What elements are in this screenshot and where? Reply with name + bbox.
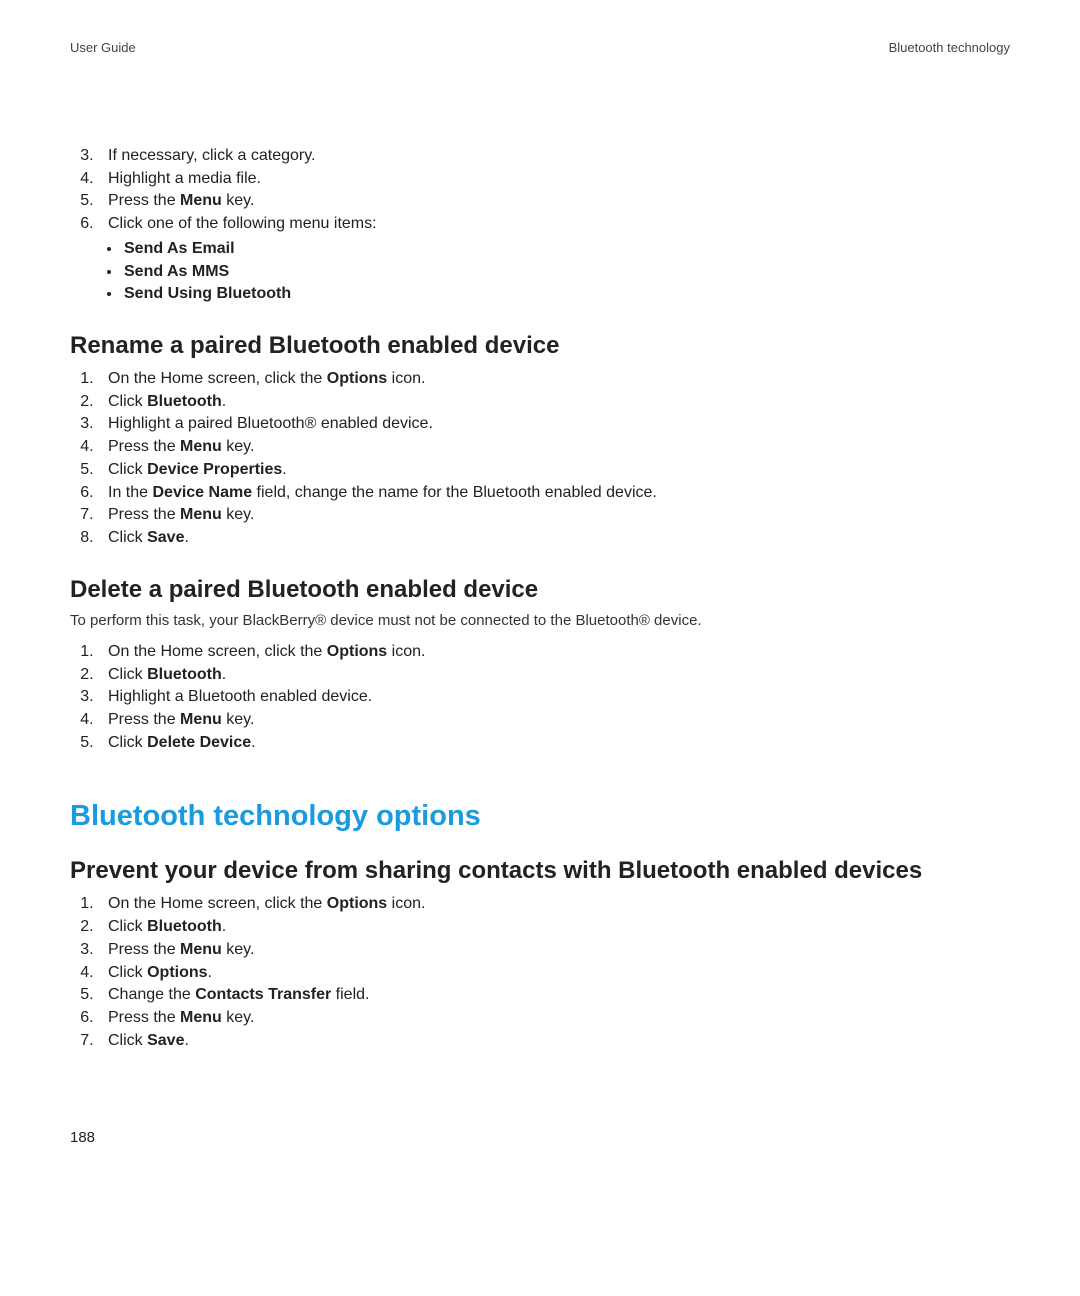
- bold-term: Send As MMS: [124, 263, 229, 280]
- list-item: Click Bluetooth.: [98, 916, 1010, 939]
- list-item: Highlight a Bluetooth enabled device.: [98, 686, 1010, 709]
- list-item: Click Save.: [98, 527, 1010, 550]
- bold-term: Menu: [180, 506, 222, 523]
- bold-term: Send As Email: [124, 240, 235, 257]
- list-item: Send As Email: [122, 238, 1010, 261]
- list-item: Highlight a media file.: [98, 168, 1010, 191]
- bold-term: Options: [327, 643, 387, 660]
- list-item: Click Delete Device.: [98, 732, 1010, 755]
- delete-steps: On the Home screen, click the Options ic…: [70, 641, 1010, 755]
- bold-term: Delete Device: [147, 734, 251, 751]
- list-item: Press the Menu key.: [98, 436, 1010, 459]
- bold-term: Save: [147, 1032, 184, 1049]
- bold-term: Menu: [180, 941, 222, 958]
- bold-term: Menu: [180, 711, 222, 728]
- list-item: Click Bluetooth.: [98, 391, 1010, 414]
- bold-term: Contacts Transfer: [195, 986, 331, 1003]
- list-item: Press the Menu key.: [98, 504, 1010, 527]
- bold-term: Device Name: [152, 484, 252, 501]
- rename-steps: On the Home screen, click the Options ic…: [70, 368, 1010, 550]
- section-heading-prevent: Prevent your device from sharing contact…: [70, 857, 1010, 885]
- section-heading-rename: Rename a paired Bluetooth enabled device: [70, 332, 1010, 360]
- sub-bullet-list: Send As Email Send As MMS Send Using Bluet…: [108, 238, 1010, 306]
- list-item: On the Home screen, click the Options ic…: [98, 893, 1010, 916]
- delete-precondition-note: To perform this task, your BlackBerry® d…: [70, 612, 1010, 629]
- prevent-steps: On the Home screen, click the Options ic…: [70, 893, 1010, 1052]
- bold-term: Options: [327, 895, 387, 912]
- bold-term: Send Using Bluetooth: [124, 285, 291, 302]
- list-item: On the Home screen, click the Options ic…: [98, 368, 1010, 391]
- list-item: Press the Menu key.: [98, 1007, 1010, 1030]
- list-item: Press the Menu key.: [98, 709, 1010, 732]
- list-item: Click Save.: [98, 1030, 1010, 1053]
- bold-term: Menu: [180, 192, 222, 209]
- header-left: User Guide: [70, 40, 136, 55]
- list-item: In the Device Name field, change the nam…: [98, 482, 1010, 505]
- list-item: Click Bluetooth.: [98, 664, 1010, 687]
- list-item: Send As MMS: [122, 261, 1010, 284]
- list-item: Click one of the following menu items:Se…: [98, 213, 1010, 306]
- list-item: On the Home screen, click the Options ic…: [98, 641, 1010, 664]
- list-item: Press the Menu key.: [98, 939, 1010, 962]
- continued-ordered-list: If necessary, click a category.Highlight…: [70, 145, 1010, 306]
- bold-term: Bluetooth: [147, 666, 222, 683]
- page-number: 188: [70, 1129, 95, 1146]
- bold-term: Options: [327, 370, 387, 387]
- section-heading-delete: Delete a paired Bluetooth enabled device: [70, 576, 1010, 604]
- bold-term: Menu: [180, 438, 222, 455]
- list-item: Change the Contacts Transfer field.: [98, 984, 1010, 1007]
- bold-term: Device Properties: [147, 461, 282, 478]
- header-right: Bluetooth technology: [889, 40, 1010, 55]
- list-item: If necessary, click a category.: [98, 145, 1010, 168]
- major-heading-bt-options: Bluetooth technology options: [70, 800, 1010, 833]
- list-item: Send Using Bluetooth: [122, 283, 1010, 306]
- bold-term: Menu: [180, 1009, 222, 1026]
- list-item: Highlight a paired Bluetooth® enabled de…: [98, 413, 1010, 436]
- list-item: Click Device Properties.: [98, 459, 1010, 482]
- bold-term: Bluetooth: [147, 918, 222, 935]
- list-item: Press the Menu key.: [98, 190, 1010, 213]
- document-page: User Guide Bluetooth technology If neces…: [0, 0, 1080, 1296]
- bold-term: Save: [147, 529, 184, 546]
- bold-term: Bluetooth: [147, 393, 222, 410]
- list-item: Click Options.: [98, 962, 1010, 985]
- bold-term: Options: [147, 964, 207, 981]
- page-header: User Guide Bluetooth technology: [70, 40, 1010, 55]
